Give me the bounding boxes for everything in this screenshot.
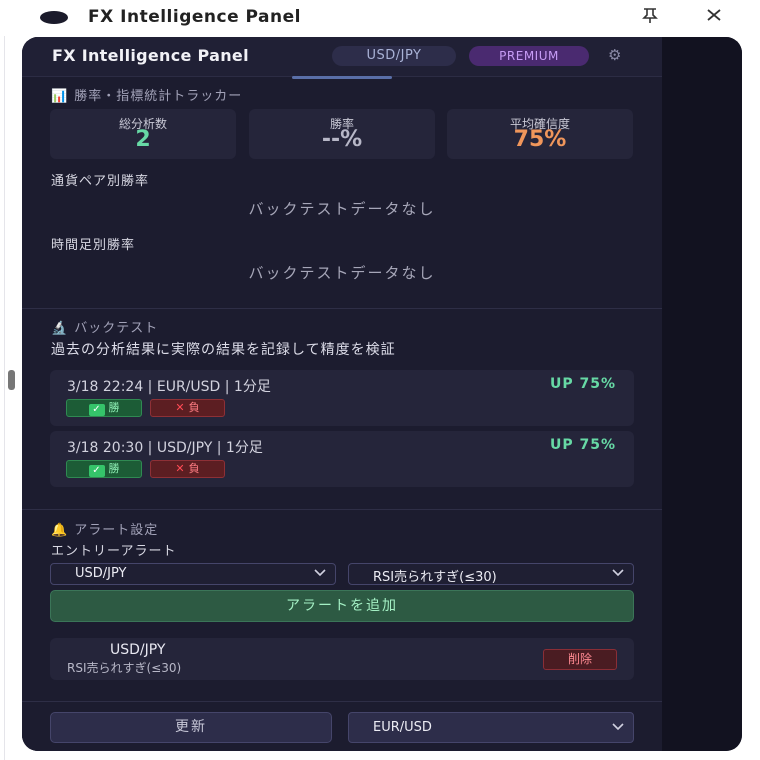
select-value: USD/JPY [75,566,127,581]
fx-panel: FX Intelligence Panel USD/JPY PREMIUM ⚙ … [22,37,742,751]
panel-right-gutter [662,37,742,751]
backtest-entry: 3/18 20:30 | USD/JPY | 1分足 UP 75% ✓ 勝 ✕ 負 [50,431,634,487]
panel-footer: 更新 EUR/USD [22,701,662,751]
backtest-meta: 3/18 20:30 | USD/JPY | 1分足 [67,440,263,456]
scroll-indicator [292,76,392,79]
microscope-icon: 🔬 [51,321,69,336]
pair-winrate-empty: バックテストデータなし [248,200,436,218]
stat-card-winrate: 勝率 --% [249,109,435,159]
tracker-title-text: 勝率・指標統計トラッカー [74,89,243,104]
backtest-result: UP 75% [549,376,616,392]
cross-icon: ✕ [175,462,185,475]
app-logo-icon [40,11,68,24]
backtest-title-text: バックテスト [74,321,159,336]
lose-button[interactable]: ✕ 負 [150,399,225,417]
panel-content: FX Intelligence Panel USD/JPY PREMIUM ⚙ … [22,37,662,751]
lose-label: 負 [188,462,200,475]
chevron-down-icon [313,565,327,582]
win-label: 勝 [108,462,120,475]
stat-card-confidence: 平均確信度 75% [447,109,633,159]
panel-header: FX Intelligence Panel USD/JPY PREMIUM ⚙ [22,37,662,77]
tf-winrate-label: 時間足別勝率 [51,238,136,253]
section-divider [22,509,662,510]
refresh-button[interactable]: 更新 [50,712,332,743]
alerts-section-title: 🔔 アラート設定 [51,519,158,538]
chevron-down-icon [611,565,625,582]
window-edge [4,36,5,760]
bell-icon: 🔔 [51,523,69,538]
tracker-section-title: 📊 勝率・指標統計トラッカー [51,85,242,104]
backtest-meta: 3/18 22:24 | EUR/USD | 1分足 [67,379,271,395]
panel-title: FX Intelligence Panel [52,46,249,65]
alerts-title-text: アラート設定 [74,523,159,538]
footer-pair-select[interactable]: EUR/USD [348,712,634,743]
window-title: FX Intelligence Panel [88,7,301,27]
stat-card-total: 総分析数 2 [50,109,236,159]
backtest-result: UP 75% [549,437,616,453]
lose-label: 負 [188,401,200,414]
gear-icon[interactable]: ⚙ [608,46,621,64]
chart-icon: 📊 [51,89,69,104]
backtest-description: 過去の分析結果に実際の結果を記録して精度を検証 [51,342,396,358]
resize-handle[interactable] [8,370,15,390]
stat-value: 2 [135,127,151,152]
alert-condition: RSI売られすぎ(≤30) [67,661,182,675]
win-label: 勝 [108,401,120,414]
backtest-section-title: 🔬 バックテスト [51,317,158,336]
delete-alert-button[interactable]: 削除 [543,649,617,670]
pin-icon[interactable] [638,6,662,30]
stat-value: --% [321,127,363,152]
alert-condition-select[interactable]: RSI売られすぎ(≤30) [348,563,634,585]
entry-alert-label: エントリーアラート [51,544,177,559]
select-value: EUR/USD [373,720,432,735]
stat-value: 75% [513,127,567,152]
cross-icon: ✕ [175,401,185,414]
pair-winrate-label: 通貨ペア別勝率 [51,174,150,189]
alert-list-item: USD/JPY RSI売られすぎ(≤30) 削除 [50,638,634,680]
backtest-entry: 3/18 22:24 | EUR/USD | 1分足 UP 75% ✓ 勝 ✕ 負 [50,370,634,426]
alert-pair-select[interactable]: USD/JPY [50,563,336,585]
check-icon: ✓ [88,404,105,416]
add-alert-button[interactable]: アラートを追加 [50,590,634,622]
win-button[interactable]: ✓ 勝 [66,399,142,417]
lose-button[interactable]: ✕ 負 [150,460,225,478]
close-icon[interactable] [702,6,726,30]
tf-winrate-empty: バックテストデータなし [248,264,436,282]
window-titlebar: FX Intelligence Panel [0,0,760,36]
win-button[interactable]: ✓ 勝 [66,460,142,478]
select-value: RSI売られすぎ(≤30) [373,570,497,585]
chevron-down-icon [611,719,625,736]
premium-badge: PREMIUM [469,46,589,66]
pair-badge[interactable]: USD/JPY [332,46,456,66]
check-icon: ✓ [88,465,105,477]
alert-pair: USD/JPY [110,642,166,658]
section-divider [22,308,662,309]
